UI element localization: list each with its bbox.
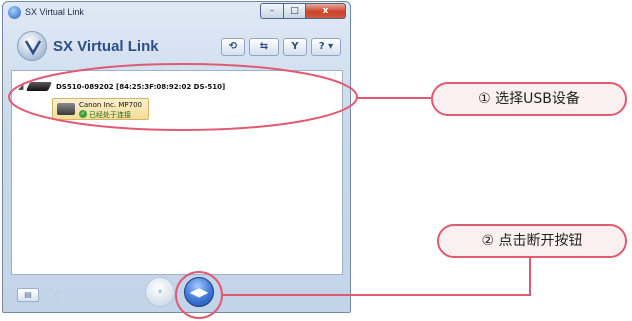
screenshot: SX Virtual Link – □ x SX Virtual Link ⟲ … <box>0 0 632 321</box>
callout-select-usb-device: ① 选择USB设备 <box>431 82 627 116</box>
callout-2-connector <box>222 258 531 296</box>
device-highlight-ellipse <box>8 63 358 131</box>
callout-click-disconnect: ② 点击断开按钮 <box>437 224 627 258</box>
disconnect-highlight-circle <box>175 271 223 319</box>
annotation-overlay <box>8 63 531 319</box>
